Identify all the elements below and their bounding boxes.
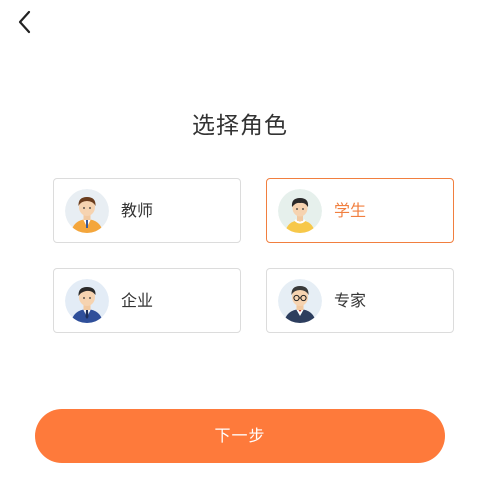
role-label-teacher: 教师 [121,201,154,220]
back-button[interactable] [8,4,44,40]
role-label-expert: 专家 [334,291,367,310]
chevron-left-icon [18,10,31,34]
expert-avatar-icon [278,279,322,323]
page-title: 选择角色 [192,113,288,139]
role-label-student: 学生 [334,201,367,220]
role-card-company[interactable]: 企业 [53,268,241,333]
role-card-teacher[interactable]: 教师 [53,178,241,243]
student-avatar-icon [278,189,322,233]
role-card-expert[interactable]: 专家 [266,268,454,333]
role-card-student[interactable]: 学生 [266,178,454,243]
next-step-button[interactable]: 下一步 [35,409,445,463]
teacher-avatar-icon [65,189,109,233]
company-avatar-icon [65,279,109,323]
role-label-company: 企业 [121,291,154,310]
